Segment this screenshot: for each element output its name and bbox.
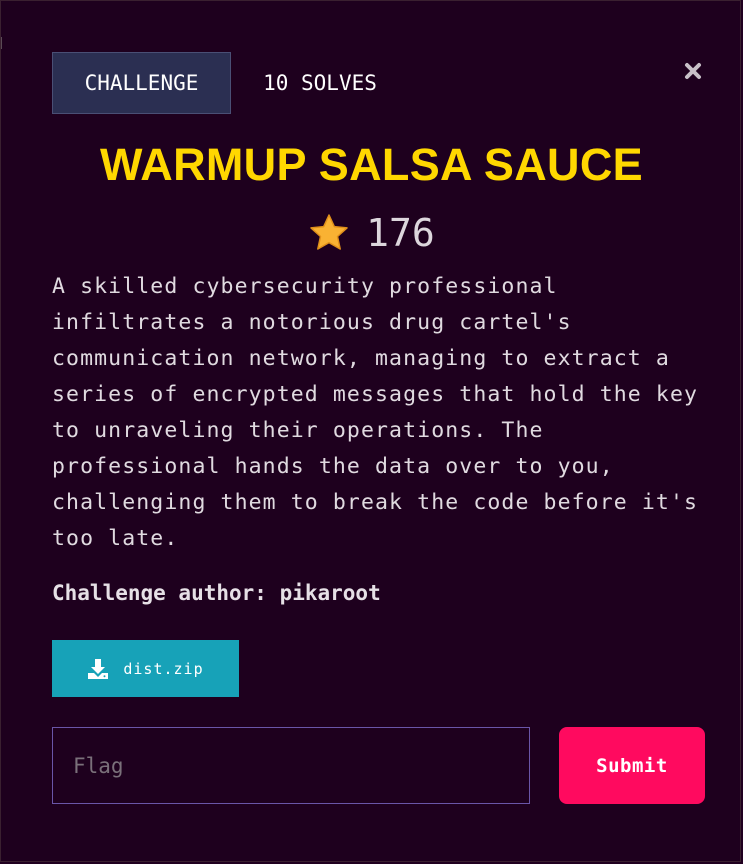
window-edge-mark xyxy=(1,37,6,49)
download-icon xyxy=(88,658,109,679)
tab-solves[interactable]: 10 SOLVES xyxy=(232,52,408,114)
challenge-description: A skilled cybersecurity professional inf… xyxy=(52,274,699,551)
tab-challenge[interactable]: CHALLENGE xyxy=(52,52,231,114)
flag-input[interactable] xyxy=(52,727,530,804)
download-file-label: dist.zip xyxy=(123,659,204,678)
close-button[interactable] xyxy=(681,59,705,83)
challenge-modal: CHALLENGE 10 SOLVES WARMUP SALSA SAUCE 1… xyxy=(0,0,741,862)
star-icon xyxy=(310,214,348,250)
points-row: 176 xyxy=(1,205,742,261)
challenge-title: WARMUP SALSA SAUCE xyxy=(100,139,643,190)
submit-button[interactable]: Submit xyxy=(559,727,705,804)
challenge-author: Challenge author: pikaroot xyxy=(52,581,381,605)
download-file-button[interactable]: dist.zip xyxy=(52,640,239,697)
close-icon xyxy=(685,63,701,79)
challenge-points: 176 xyxy=(366,211,435,255)
